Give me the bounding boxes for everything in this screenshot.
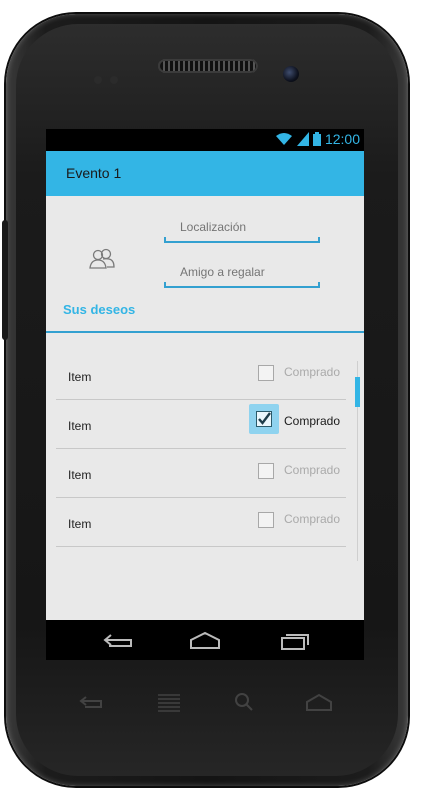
- location-input[interactable]: [178, 219, 322, 235]
- purchased-checkbox[interactable]: [258, 365, 274, 381]
- battery-icon: [312, 132, 321, 146]
- friend-input[interactable]: [178, 264, 322, 280]
- hardware-keys: [0, 692, 422, 722]
- list-item[interactable]: Item Comprado: [56, 449, 346, 498]
- purchased-checkbox[interactable]: [258, 512, 274, 528]
- recent-apps-icon[interactable]: [278, 630, 312, 650]
- wifi-icon: [275, 133, 292, 145]
- list-item[interactable]: Item Comprado: [56, 400, 346, 449]
- navigation-bar: [46, 620, 364, 660]
- purchased-label[interactable]: Comprado: [284, 365, 340, 379]
- menu-key-icon[interactable]: [154, 692, 184, 712]
- proximity-sensor: [94, 76, 102, 84]
- status-bar: 12:00: [46, 129, 364, 151]
- item-label: Item: [68, 419, 92, 433]
- scrollbar-thumb[interactable]: [355, 377, 360, 407]
- search-key-icon[interactable]: [230, 692, 260, 712]
- page-title: Evento 1: [66, 165, 122, 181]
- checkbox-box: [256, 411, 272, 427]
- list-item[interactable]: Item Comprado: [56, 498, 346, 547]
- signal-icon: [296, 132, 309, 146]
- wishes-section-title: Sus deseos: [63, 302, 136, 317]
- wish-list: Item Comprado Item Comprado Item Comprad…: [56, 351, 346, 547]
- light-sensor: [110, 76, 118, 84]
- item-label: Item: [68, 468, 92, 482]
- purchased-label[interactable]: Comprado: [284, 512, 340, 526]
- purchased-label[interactable]: Comprado: [284, 414, 340, 428]
- friend-field[interactable]: [164, 258, 322, 288]
- front-camera: [283, 66, 299, 82]
- volume-key[interactable]: [2, 220, 8, 340]
- checkmark-icon: [258, 412, 271, 425]
- device-screen: 12:00 Evento 1 Sus deseos Item Comprado …: [46, 129, 364, 660]
- item-label: Item: [68, 517, 92, 531]
- contacts-icon[interactable]: [89, 246, 115, 272]
- earpiece-speaker: [158, 59, 258, 73]
- purchased-checkbox[interactable]: [249, 404, 279, 434]
- section-divider: [46, 331, 364, 333]
- home-key-icon[interactable]: [304, 692, 334, 712]
- list-item[interactable]: Item Comprado: [56, 351, 346, 400]
- action-bar: Evento 1: [46, 151, 364, 196]
- back-key-icon[interactable]: [76, 692, 106, 712]
- location-field[interactable]: [164, 213, 322, 243]
- status-time: 12:00: [324, 131, 360, 147]
- item-label: Item: [68, 370, 92, 384]
- home-icon[interactable]: [188, 630, 222, 650]
- purchased-checkbox[interactable]: [258, 463, 274, 479]
- back-icon[interactable]: [101, 630, 135, 650]
- purchased-label[interactable]: Comprado: [284, 463, 340, 477]
